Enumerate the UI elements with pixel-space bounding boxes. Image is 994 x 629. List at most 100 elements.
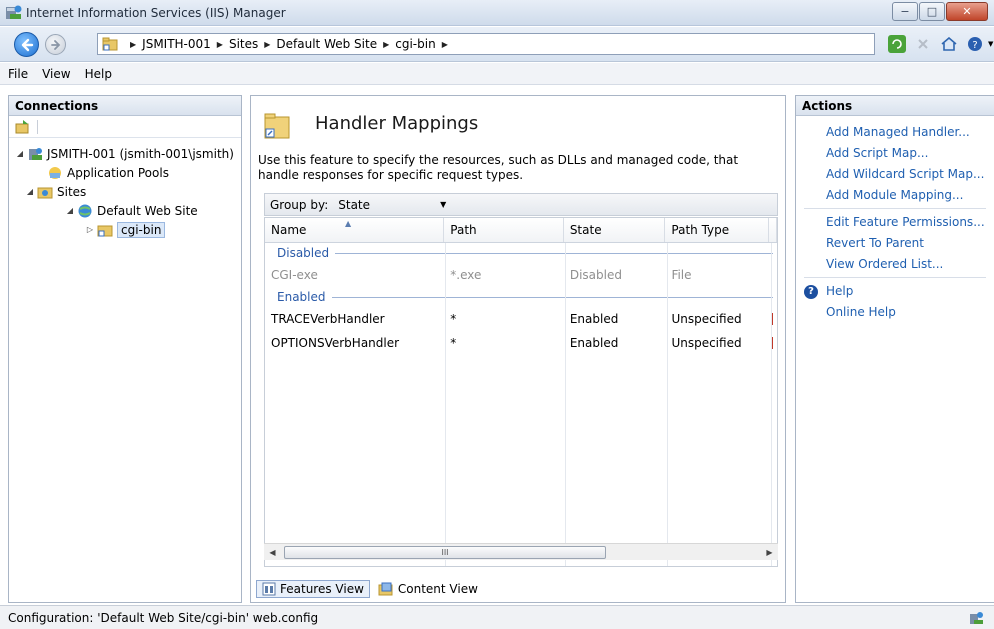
help-dropdown-icon[interactable]: ▼ xyxy=(988,40,993,48)
view-tabs: Features View Content View xyxy=(256,580,484,598)
folder-shortcut-icon xyxy=(102,37,118,51)
handler-mappings-icon xyxy=(264,113,290,139)
chevron-right-icon[interactable]: ▶ xyxy=(442,40,448,49)
column-header-path[interactable]: Path xyxy=(444,218,564,242)
home-button[interactable] xyxy=(940,35,958,53)
action-add-script-map[interactable]: Add Script Map... xyxy=(826,143,994,164)
menu-bar: File View Help xyxy=(0,63,994,85)
tree-node-application-pools[interactable]: Application Pools xyxy=(9,163,241,182)
address-bar: ▶ JSMITH-001 ▶ Sites ▶ Default Web Site … xyxy=(0,27,994,62)
actions-panel: Actions Add Managed Handler... Add Scrip… xyxy=(795,95,994,603)
horizontal-scrollbar[interactable]: ◀ III ▶ xyxy=(264,543,778,560)
forward-button[interactable] xyxy=(45,34,66,55)
menu-file[interactable]: File xyxy=(8,67,28,81)
action-edit-feature-permissions[interactable]: Edit Feature Permissions... xyxy=(826,212,994,233)
action-revert-to-parent[interactable]: Revert To Parent xyxy=(826,233,994,254)
help-button[interactable]: ? xyxy=(966,35,984,53)
minimize-icon: − xyxy=(900,5,910,18)
group-divider xyxy=(335,252,773,254)
expand-arrow-icon[interactable]: ▷ xyxy=(85,225,95,234)
menu-view[interactable]: View xyxy=(42,67,70,81)
column-header-name[interactable]: Name ▲ xyxy=(265,218,445,242)
actions-header: Actions xyxy=(796,96,994,116)
sort-ascending-icon: ▲ xyxy=(345,219,352,228)
column-header-path-type[interactable]: Path Type xyxy=(665,218,770,242)
tree-node-default-web-site[interactable]: ◢ Default Web Site xyxy=(9,201,241,220)
connections-tree: ◢ JSMITH-001 (jsmith-001\jsmith) Applica… xyxy=(9,138,241,239)
action-add-managed-handler[interactable]: Add Managed Handler... xyxy=(826,122,994,143)
iis-app-icon xyxy=(6,5,22,19)
minimize-button[interactable]: − xyxy=(892,2,918,21)
globe-icon xyxy=(78,204,92,217)
action-online-help[interactable]: Online Help xyxy=(826,302,994,323)
tree-node-sites[interactable]: ◢ Sites xyxy=(9,182,241,201)
group-by-bar: Group by: State ▼ xyxy=(264,193,778,216)
tree-node-server[interactable]: ◢ JSMITH-001 (jsmith-001\jsmith) xyxy=(9,144,241,163)
toolbar-separator xyxy=(37,119,38,134)
action-add-module-mapping[interactable]: Add Module Mapping... xyxy=(826,185,994,206)
group-by-select[interactable]: State ▼ xyxy=(334,196,450,214)
chevron-right-icon: ▶ xyxy=(130,39,137,49)
collapse-arrow-icon[interactable]: ◢ xyxy=(65,206,75,215)
table-row[interactable]: TRACEVerbHandler * Enabled Unspecified xyxy=(265,307,777,331)
forward-arrow-icon xyxy=(51,40,61,50)
action-add-wildcard-script-map[interactable]: Add Wildcard Script Map... xyxy=(826,164,994,185)
feature-description: Use this feature to specify the resource… xyxy=(258,153,739,182)
collapse-arrow-icon[interactable]: ◢ xyxy=(25,187,35,196)
menu-help[interactable]: Help xyxy=(85,67,112,81)
features-pane: Handler Mappings Use this feature to spe… xyxy=(250,95,786,603)
scroll-thumb[interactable]: III xyxy=(284,545,606,559)
back-arrow-icon xyxy=(21,38,34,52)
chevron-right-icon[interactable]: ▶ xyxy=(217,40,223,49)
status-text: Configuration: 'Default Web Site/cgi-bin… xyxy=(8,610,319,625)
crumb-cgi-bin[interactable]: cgi-bin xyxy=(395,37,435,51)
help-icon: ? xyxy=(804,284,818,299)
action-help[interactable]: ? Help xyxy=(804,281,994,302)
crumb-sites[interactable]: Sites xyxy=(229,37,258,51)
group-header-disabled[interactable]: Disabled xyxy=(265,243,777,263)
handler-grid: Name ▲ Path State Path Type Disabled CGI… xyxy=(264,217,778,567)
close-button[interactable]: ✕ xyxy=(946,2,988,21)
stop-button[interactable] xyxy=(914,35,932,53)
column-header-extra[interactable] xyxy=(769,218,777,242)
add-connection-icon[interactable] xyxy=(15,119,31,135)
crumb-default-web-site[interactable]: Default Web Site xyxy=(276,37,377,51)
refresh-button[interactable] xyxy=(888,35,906,53)
app-pools-icon xyxy=(49,166,61,179)
tree-node-cgi-bin[interactable]: ▷ cgi-bin xyxy=(9,220,241,239)
group-by-value: State xyxy=(338,197,371,212)
page-title: Handler Mappings xyxy=(315,113,479,134)
group-divider xyxy=(331,296,773,298)
scroll-right-icon[interactable]: ▶ xyxy=(761,548,778,557)
chevron-right-icon[interactable]: ▶ xyxy=(383,40,389,49)
close-icon: ✕ xyxy=(962,5,972,18)
column-divider xyxy=(445,243,446,566)
crumb-server[interactable]: JSMITH-001 xyxy=(142,37,211,51)
maximize-button[interactable]: □ xyxy=(919,2,945,21)
refresh-icon xyxy=(892,39,902,49)
connections-header: Connections xyxy=(9,96,241,116)
chevron-right-icon[interactable]: ▶ xyxy=(264,40,270,49)
grid-header: Name ▲ Path State Path Type xyxy=(265,218,777,243)
collapse-arrow-icon[interactable]: ◢ xyxy=(15,149,25,158)
address-field[interactable]: ▶ JSMITH-001 ▶ Sites ▶ Default Web Site … xyxy=(97,33,875,55)
features-view-icon xyxy=(262,582,276,596)
svg-text:?: ? xyxy=(972,40,977,51)
home-icon xyxy=(941,37,957,51)
column-header-state[interactable]: State xyxy=(564,218,666,242)
scroll-left-icon[interactable]: ◀ xyxy=(264,548,281,557)
group-header-enabled[interactable]: Enabled xyxy=(265,287,777,307)
column-divider xyxy=(771,243,772,566)
tab-features-view[interactable]: Features View xyxy=(256,580,370,598)
action-view-ordered-list[interactable]: View Ordered List... xyxy=(826,254,994,275)
column-divider xyxy=(565,243,566,566)
table-row[interactable]: OPTIONSVerbHandler * Enabled Unspecified xyxy=(265,331,777,355)
title-bar: Internet Information Services (IIS) Mana… xyxy=(0,0,994,26)
tab-content-view[interactable]: Content View xyxy=(372,580,484,598)
folder-shortcut-icon xyxy=(97,225,113,236)
table-row[interactable]: CGI-exe *.exe Disabled File xyxy=(265,263,777,287)
column-divider xyxy=(667,243,668,566)
back-button[interactable] xyxy=(14,32,39,57)
content-view-icon xyxy=(378,582,393,596)
actions-separator xyxy=(804,208,986,209)
